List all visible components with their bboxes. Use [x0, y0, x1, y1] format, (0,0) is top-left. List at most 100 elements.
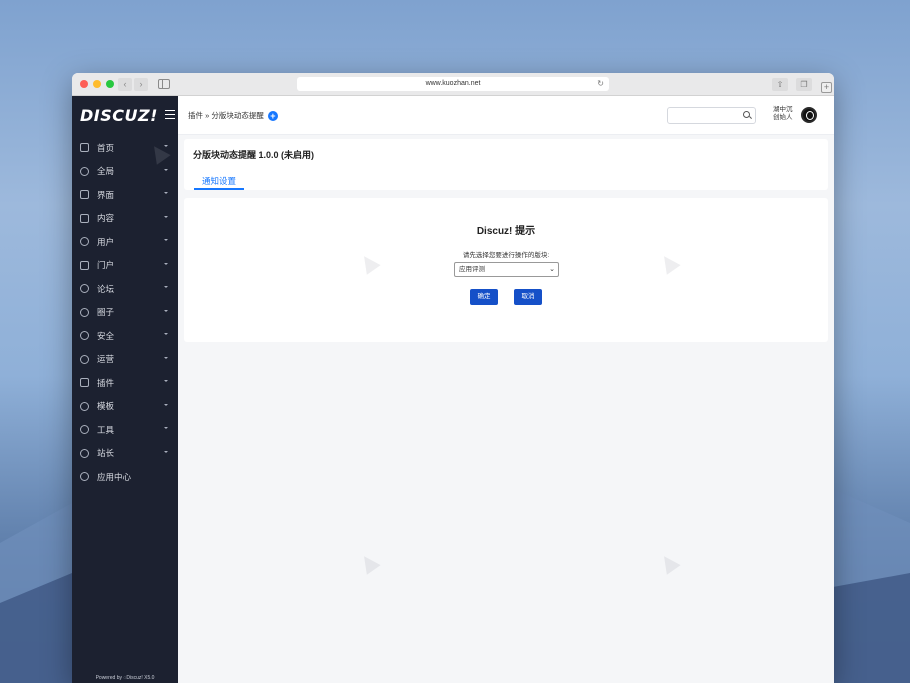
new-tab-icon[interactable]: +: [821, 82, 832, 93]
sidebar-item-label: 应用中心: [97, 471, 132, 482]
breadcrumb: 插件 » 分版块动态提醒 +: [188, 110, 278, 121]
sidebar-item-interface[interactable]: 界面: [72, 183, 178, 207]
sidebar-item-label: 首页: [97, 142, 115, 153]
sidebar-item-label: 论坛: [97, 283, 115, 294]
plugin-icon: [80, 378, 89, 388]
dialog-title: Discuz! 提示: [476, 226, 536, 237]
window-controls: [80, 80, 114, 88]
template-icon: [80, 401, 89, 411]
chevron-down-icon: [164, 403, 168, 406]
sidebar-item-templates[interactable]: 模板: [72, 395, 178, 419]
gear-icon: [80, 425, 89, 435]
sidebar-item-content[interactable]: 内容: [72, 207, 178, 231]
breadcrumb-text[interactable]: 插件 » 分版块动态提醒: [188, 110, 264, 121]
sidebar-item-operation[interactable]: 运营: [72, 348, 178, 372]
chevron-down-icon: [164, 286, 168, 288]
sidebar-item-global[interactable]: 全局: [72, 160, 178, 184]
close-window-button[interactable]: [80, 80, 88, 88]
address-bar[interactable]: www.kuozhan.net ↻: [297, 77, 609, 91]
back-button[interactable]: ‹: [118, 78, 132, 91]
url-text: www.kuozhan.net: [425, 80, 481, 87]
portal-icon: [80, 260, 89, 270]
shield-icon: [80, 331, 89, 341]
chevron-down-icon: [164, 333, 168, 335]
sidebar-item-users[interactable]: 用户: [72, 230, 178, 254]
sidebar-item-portal[interactable]: 门户: [72, 254, 178, 278]
search-icon[interactable]: [743, 111, 750, 118]
sidebar-item-label: 站长: [97, 448, 115, 459]
avatar[interactable]: [801, 107, 817, 123]
sidebar-nav: 首页 全局 界面 内容 用户 门户 论坛 圈子 安全 运营 插件 模板 工具 站…: [72, 136, 178, 489]
browser-titlebar: ‹ › www.kuozhan.net ↻ ⇧ ❐: [72, 73, 834, 96]
chevron-down-icon: [164, 192, 168, 194]
sidebar-item-label: 内容: [97, 213, 115, 224]
confirm-button[interactable]: 确定: [470, 289, 498, 305]
sidebar-item-plugins[interactable]: 插件: [72, 371, 178, 395]
sidebar-item-admin[interactable]: 站长: [72, 442, 178, 466]
sidebar-item-label: 安全: [97, 330, 115, 341]
sidebar-item-forum[interactable]: 论坛: [72, 277, 178, 301]
dialog-prompt: 请先选择您要进行操作的版块:: [462, 252, 550, 259]
user-icon: [80, 237, 89, 247]
sidebar-item-label: 插件: [97, 377, 115, 388]
sidebar-item-label: 门户: [97, 260, 115, 271]
chevron-down-icon: [164, 356, 168, 359]
cancel-button[interactable]: 取消: [514, 289, 542, 305]
home-icon: [80, 143, 89, 153]
tab-notification-settings[interactable]: 通知设置: [194, 175, 244, 190]
user-info[interactable]: 湖中沉 创始人: [773, 106, 793, 122]
sidebar-item-home[interactable]: 首页: [72, 136, 178, 160]
chevron-down-icon: [164, 215, 168, 218]
sidebar-item-label: 界面: [97, 189, 115, 200]
search-input[interactable]: [667, 107, 756, 124]
chevron-down-icon: [164, 427, 168, 429]
layout-icon: [80, 190, 89, 200]
user-name: 湖中沉: [773, 106, 793, 113]
globe-icon: [80, 166, 89, 176]
group-icon: [80, 307, 89, 317]
add-shortcut-icon[interactable]: +: [267, 110, 278, 121]
sidebar-item-app-center[interactable]: 应用中心: [72, 465, 178, 489]
user-role: 创始人: [773, 114, 793, 121]
chevron-down-icon: [164, 450, 168, 453]
forum-icon: [80, 284, 89, 294]
discuz-logo: DISCUZ!: [80, 106, 158, 125]
browser-window: ‹ › www.kuozhan.net ↻ ⇧ ❐ DISCUZ! 首页 全局 …: [72, 73, 834, 683]
chevron-down-icon: [164, 309, 168, 312]
sidebar-item-label: 运营: [97, 354, 115, 365]
document-icon: [80, 213, 89, 223]
dialog-card: Discuz! 提示 请先选择您要进行操作的版块: 应用评测 ⌄ 确定 取消: [184, 198, 828, 342]
sidebar-item-label: 工具: [97, 424, 115, 435]
forum-select-value: 应用评测: [459, 266, 485, 273]
sidebar-toggle-icon[interactable]: [158, 79, 170, 89]
reload-icon[interactable]: ↻: [597, 77, 604, 91]
chevron-down-icon: [164, 145, 168, 147]
operation-icon: [80, 354, 89, 364]
admin-topbar: 插件 » 分版块动态提醒 + 湖中沉 创始人: [178, 96, 834, 135]
menu-toggle-icon[interactable]: [165, 110, 175, 119]
sidebar-item-group[interactable]: 圈子: [72, 301, 178, 325]
chevron-down-icon: [164, 239, 168, 241]
forward-button[interactable]: ›: [134, 78, 148, 91]
chevron-down-icon: [164, 380, 168, 382]
tabs-overview-icon[interactable]: ❐: [796, 78, 812, 91]
share-icon[interactable]: ⇧: [772, 78, 788, 91]
browser-actions: ⇧ ❐: [772, 78, 812, 91]
admin-icon: [80, 448, 89, 458]
sidebar-item-label: 用户: [97, 236, 115, 247]
sidebar-item-label: 全局: [97, 166, 115, 177]
sidebar-item-security[interactable]: 安全: [72, 324, 178, 348]
forum-select[interactable]: 应用评测 ⌄: [454, 262, 559, 277]
chevron-down-icon: [164, 262, 168, 265]
chevron-down-icon: ⌄: [549, 266, 555, 273]
page-title: 分版块动态提醒 1.0.0 (未启用): [193, 150, 315, 160]
admin-sidebar: DISCUZ! 首页 全局 界面 内容 用户 门户 论坛 圈子 安全 运营 插件…: [72, 96, 178, 683]
history-nav: ‹ ›: [118, 78, 148, 91]
sidebar-item-label: 圈子: [97, 307, 115, 318]
plugin-header-card: 分版块动态提醒 1.0.0 (未启用) 通知设置: [184, 139, 828, 190]
minimize-window-button[interactable]: [93, 80, 101, 88]
app-center-icon: [80, 472, 89, 482]
maximize-window-button[interactable]: [106, 80, 114, 88]
powered-by: Powered by ◌Discuz! X5.0: [95, 675, 155, 681]
sidebar-item-tools[interactable]: 工具: [72, 418, 178, 442]
